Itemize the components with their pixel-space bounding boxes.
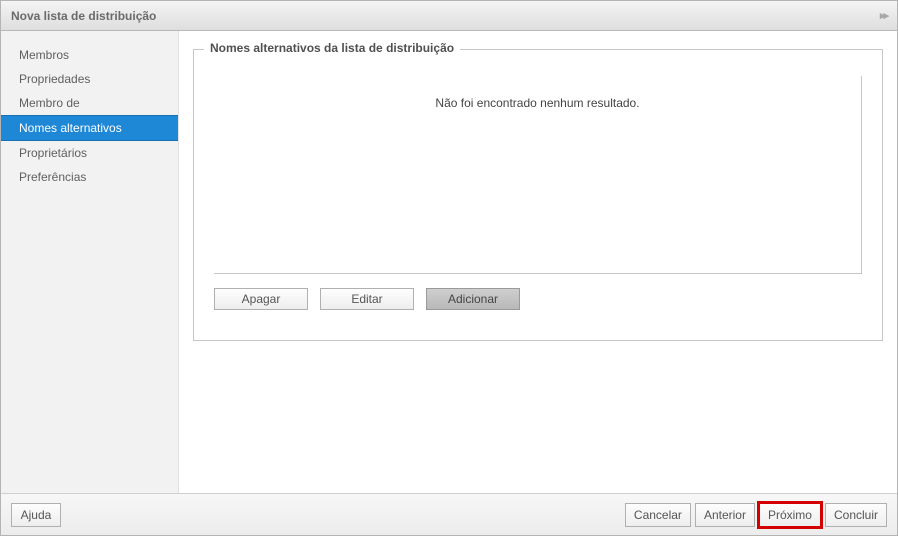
sidebar-item-proprietarios[interactable]: Proprietários [1, 141, 178, 165]
sidebar-item-propriedades[interactable]: Propriedades [1, 67, 178, 91]
sidebar-item-label: Membro de [19, 96, 80, 110]
finish-button[interactable]: Concluir [825, 503, 887, 527]
content-pane: Nomes alternativos da lista de distribui… [179, 31, 897, 493]
sidebar-item-label: Membros [19, 48, 69, 62]
sidebar-item-label: Preferências [19, 170, 86, 184]
alias-fieldset: Nomes alternativos da lista de distribui… [193, 49, 883, 341]
sidebar-item-preferencias[interactable]: Preferências [1, 165, 178, 189]
sidebar-item-membros[interactable]: Membros [1, 43, 178, 67]
sidebar-item-nomes-alternativos[interactable]: Nomes alternativos [1, 115, 178, 141]
main-area: Membros Propriedades Membro de Nomes alt… [1, 31, 897, 493]
add-button[interactable]: Adicionar [426, 288, 520, 310]
wizard-sidebar: Membros Propriedades Membro de Nomes alt… [1, 31, 179, 493]
edit-button[interactable]: Editar [320, 288, 414, 310]
collapse-icon[interactable]: ▸▸ [880, 9, 887, 22]
sidebar-item-label: Proprietários [19, 146, 87, 160]
previous-button[interactable]: Anterior [695, 503, 755, 527]
delete-button[interactable]: Apagar [214, 288, 308, 310]
alias-list[interactable]: Não foi encontrado nenhum resultado. [214, 76, 862, 274]
window-title: Nova lista de distribuição [11, 9, 156, 23]
help-button[interactable]: Ajuda [11, 503, 61, 527]
sidebar-item-label: Nomes alternativos [19, 121, 122, 135]
next-button[interactable]: Próximo [759, 503, 821, 527]
titlebar: Nova lista de distribuição ▸▸ [1, 1, 897, 31]
sidebar-item-label: Propriedades [19, 72, 90, 86]
no-results-text: Não foi encontrado nenhum resultado. [214, 76, 861, 110]
fieldset-legend: Nomes alternativos da lista de distribui… [204, 41, 460, 55]
alias-actions: Apagar Editar Adicionar [214, 288, 862, 310]
sidebar-item-membro-de[interactable]: Membro de [1, 91, 178, 115]
wizard-footer: Ajuda Cancelar Anterior Próximo Concluir [1, 493, 897, 535]
cancel-button[interactable]: Cancelar [625, 503, 691, 527]
